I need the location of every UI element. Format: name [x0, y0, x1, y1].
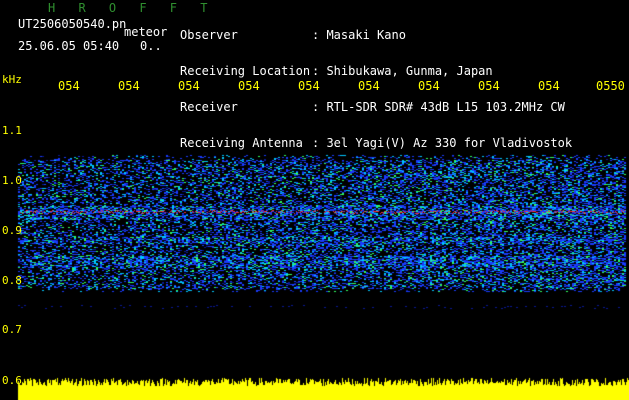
field-value-location: : Shibukawa, Gunma, Japan	[312, 64, 493, 78]
date-extra: 0..	[140, 39, 162, 53]
field-labels: Observer Receiving Location Receiver Rec…	[180, 5, 310, 161]
mode-label: meteor	[124, 25, 168, 39]
field-values: : Masaki Kano : Shibukawa, Gunma, Japan …	[312, 5, 572, 161]
file-name: UT2506050540.pn	[18, 17, 127, 31]
y-axis-unit: kHz	[2, 73, 22, 86]
field-value-receiver: : RTL-SDR SDR# 43dB L15 103.2MHz CW	[312, 100, 565, 114]
field-label-antenna: Receiving Antenna	[180, 136, 303, 150]
date-time: 25.06.05 05:40	[18, 39, 120, 53]
field-value-antenna: : 3el Yagi(V) Az 330 for Vladivostok	[312, 136, 573, 150]
field-value-observer: : Masaki Kano	[312, 28, 406, 42]
field-label-receiver: Receiver	[180, 100, 238, 114]
field-label-observer: Observer	[180, 28, 238, 42]
field-label-location: Receiving Location	[180, 64, 311, 78]
